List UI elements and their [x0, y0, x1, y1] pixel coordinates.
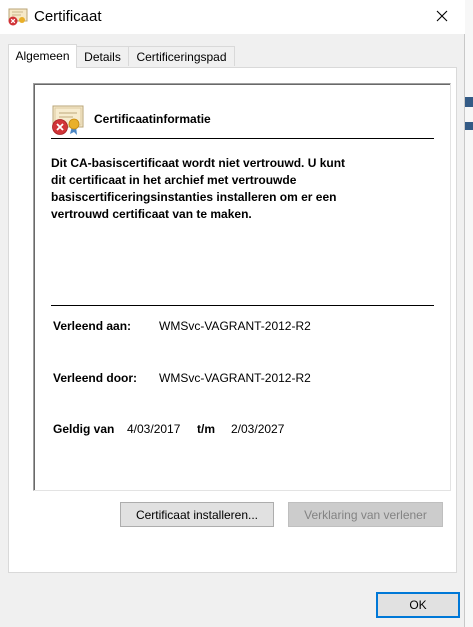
tab-details[interactable]: Details: [76, 46, 129, 66]
install-certificate-button[interactable]: Certificaat installeren...: [120, 502, 274, 527]
warning-line: basiscertificeringsinstanties installere…: [51, 190, 337, 204]
certificate-error-icon: [8, 8, 28, 26]
valid-to-label: t/m: [197, 422, 215, 436]
tab-certification-path[interactable]: Certificeringspad: [128, 46, 235, 66]
issued-to-value: WMSvc-VAGRANT-2012-R2: [159, 319, 311, 333]
tab-general[interactable]: Algemeen: [8, 44, 77, 68]
issued-by-value: WMSvc-VAGRANT-2012-R2: [159, 371, 311, 385]
certificate-dialog: Certificaat Algemeen Details Certificeri…: [0, 0, 465, 627]
divider: [51, 138, 434, 139]
certificate-error-icon: [51, 104, 85, 136]
certificate-info-box: Certificaatinformatie Dit CA-basiscertif…: [33, 83, 451, 491]
valid-from-label: Geldig van: [53, 422, 115, 436]
ok-button[interactable]: OK: [376, 592, 460, 618]
window-title: Certificaat: [34, 8, 102, 25]
general-tab-panel: Certificaatinformatie Dit CA-basiscertif…: [8, 67, 457, 573]
close-button[interactable]: [419, 0, 465, 34]
issued-to-label: Verleend aan:: [53, 319, 132, 333]
issuer-statement-button[interactable]: Verklaring van verlener: [288, 502, 443, 527]
issued-by-label: Verleend door:: [53, 371, 138, 385]
warning-line: vertrouwd certificaat van te maken.: [51, 207, 252, 221]
valid-to-value: 2/03/2027: [231, 422, 285, 436]
warning-line: dit certificaat in het archief met vertr…: [51, 173, 297, 187]
close-icon: [436, 10, 448, 25]
certificate-info-heading: Certificaatinformatie: [94, 112, 211, 126]
warning-line: Dit CA-basiscertificaat wordt niet vertr…: [51, 156, 346, 170]
divider: [51, 305, 434, 306]
title-bar: Certificaat: [0, 0, 465, 34]
untrusted-warning: Dit CA-basiscertificaat wordt niet vertr…: [51, 155, 421, 223]
background-window-edge: [465, 0, 473, 627]
valid-from-value: 4/03/2017: [127, 422, 181, 436]
